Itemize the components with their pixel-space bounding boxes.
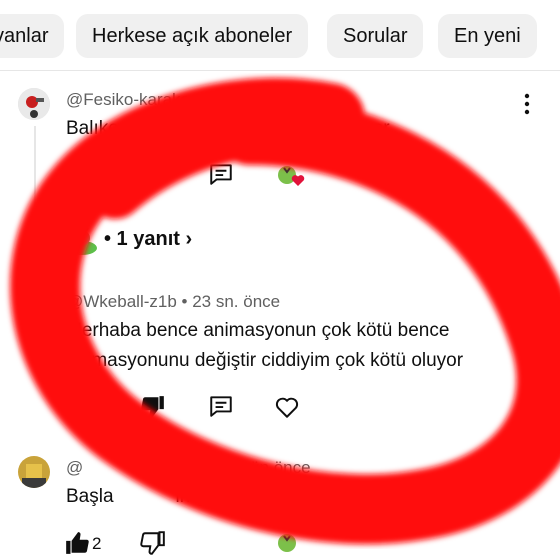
comment-text-end: tediyor — [332, 118, 390, 139]
thumb-up-icon[interactable] — [66, 394, 92, 420]
comment-text-line-1: Merhaba bence animasyonun çok kötü bence — [66, 320, 450, 341]
comment-text-end: in çok iyi — [175, 486, 249, 507]
heart-icon[interactable] — [274, 394, 300, 420]
like-count: 2 — [92, 534, 102, 553]
filter-chip-bar: vanlar Herkese açık aboneler Sorular En … — [0, 14, 560, 58]
more-vert-icon[interactable] — [515, 92, 539, 116]
avatar[interactable] — [18, 456, 50, 488]
filter-chip-1[interactable]: vanlar — [0, 14, 65, 58]
comment-text-line-2: animasyonunu değiştir ciddiyim çok kötü … — [66, 350, 464, 371]
comment-meta: @Fesiko-karakas • 4 gün önce — [66, 90, 298, 110]
creator-heart-icon — [278, 534, 296, 552]
reply-icon[interactable] — [208, 393, 234, 419]
reply-icon[interactable] — [208, 161, 234, 187]
comment-meta: @ ing_CB • 2 gün önce — [66, 458, 311, 478]
filter-chip-questions[interactable]: Sorular — [327, 14, 424, 58]
comment-text-start: Balıkesi — [66, 118, 133, 139]
comment-meta: @Wkeball-z1b • 23 sn. önce — [66, 292, 280, 312]
filter-chip-newest[interactable]: En yeni — [438, 14, 537, 58]
avatar[interactable] — [18, 88, 50, 120]
creator-avatar-icon — [67, 227, 97, 255]
thumb-down-icon[interactable] — [140, 530, 166, 556]
comment-time: • 4 gün önce — [203, 90, 299, 109]
creator-heart-icon — [278, 166, 305, 186]
thumb-up-icon[interactable] — [64, 160, 90, 186]
thread-line — [34, 126, 36, 236]
replies-count: • 1 yanıt — [104, 228, 180, 250]
avatar-image — [18, 456, 50, 488]
filter-chip-public-subscribers[interactable]: Herkese açık aboneler — [76, 14, 309, 58]
comment-author[interactable]: @Wkeball-z1b — [66, 292, 177, 311]
avatar-image — [18, 88, 50, 120]
thumb-down-icon[interactable] — [140, 162, 166, 188]
comment-time: • 23 sn. önce — [181, 292, 281, 311]
thumb-up-filled-icon[interactable] — [64, 530, 90, 556]
thumb-down-filled-icon[interactable] — [140, 394, 166, 420]
comment-time: • 2 gün önce — [215, 458, 311, 477]
comment-author[interactable]: @ ing_CB — [66, 458, 211, 477]
comment-text: Balıkesi tediyor — [66, 118, 390, 140]
replies-link[interactable]: • 1 yanıt › — [104, 228, 192, 251]
comment-text-start: Başla — [66, 486, 114, 507]
divider — [0, 70, 560, 71]
chevron-right-icon: › — [185, 228, 193, 250]
comment-text: Başla in çok iyi — [66, 486, 248, 508]
comment-author[interactable]: @Fesiko-karakas — [66, 90, 199, 109]
